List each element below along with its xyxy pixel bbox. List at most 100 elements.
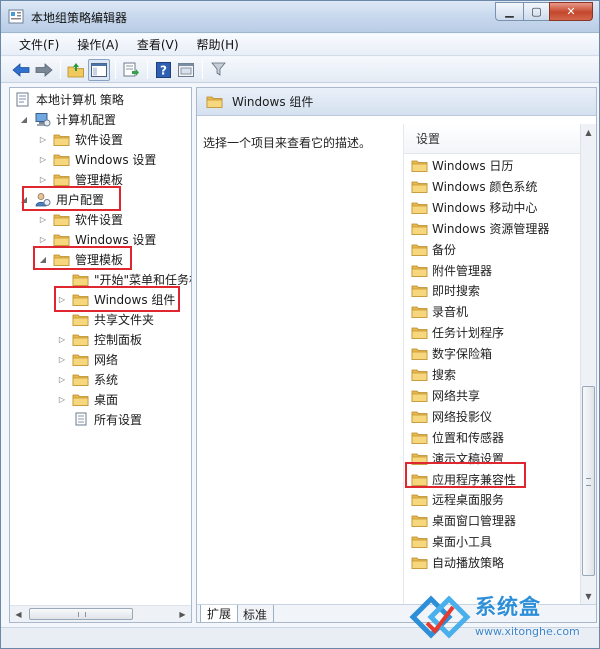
menu-view[interactable]: 查看(V) [128, 34, 188, 56]
expand-triangle-icon[interactable]: ▷ [38, 234, 48, 244]
filter-button[interactable] [207, 59, 229, 81]
tree-item-network[interactable]: ▷ 网络 [57, 349, 118, 369]
tree-item-user-config[interactable]: ◢ 用户配置 [19, 189, 104, 209]
settings-list-item[interactable]: 远程桌面服务 [411, 489, 504, 510]
help-button[interactable]: ? [152, 59, 174, 81]
settings-list-item[interactable]: 桌面小工具 [411, 531, 492, 552]
expand-triangle-icon[interactable]: ▷ [38, 214, 48, 224]
settings-item-label: 网络共享 [432, 388, 481, 403]
expand-triangle-icon[interactable]: ▷ [57, 374, 67, 384]
expand-triangle-icon[interactable]: ▷ [57, 354, 67, 364]
tree-item-uc-admin[interactable]: ◢ 管理模板 [38, 249, 123, 269]
maximize-button[interactable]: ▢ [523, 2, 549, 21]
folder-icon [411, 158, 428, 173]
settings-list-item[interactable]: 桌面窗口管理器 [411, 510, 516, 531]
scrollbar-thumb[interactable] [29, 608, 133, 620]
close-button[interactable]: ✕ [549, 2, 593, 21]
menu-action[interactable]: 操作(A) [68, 34, 128, 56]
tree-horizontal-scrollbar[interactable]: ◀ ▶ [10, 605, 191, 622]
minimize-button[interactable]: ▁ [495, 2, 523, 21]
tree-item-shared-folders[interactable]: 共享文件夹 [57, 309, 154, 329]
settings-list-item[interactable]: 网络投影仪 [411, 406, 492, 427]
settings-list-item[interactable]: Windows 资源管理器 [411, 218, 549, 239]
svg-text:?: ? [160, 63, 167, 77]
up-one-level-button[interactable] [65, 59, 87, 81]
toolbar-separator [60, 60, 61, 79]
settings-item-label: 搜索 [432, 368, 457, 382]
settings-list-item[interactable]: 应用程序兼容性 [411, 469, 516, 490]
collapse-triangle-icon[interactable]: ◢ [38, 254, 48, 264]
settings-item-label: 网络投影仪 [432, 409, 493, 424]
expand-triangle-icon[interactable]: ▷ [38, 174, 48, 184]
settings-list-item[interactable]: Windows 颜色系统 [411, 176, 537, 197]
close-icon: ✕ [566, 5, 576, 18]
settings-list-item[interactable]: 自动播放策略 [411, 552, 504, 573]
tree-item-computer-config[interactable]: ◢ 计算机配置 [19, 109, 116, 129]
settings-list-item[interactable]: 位置和传感器 [411, 427, 504, 448]
settings-column-header[interactable]: 设置 [404, 124, 580, 154]
menu-file[interactable]: 文件(F) [1, 34, 68, 56]
expand-triangle-icon[interactable]: ▷ [57, 394, 67, 404]
tree-item-start-menu[interactable]: "开始"菜单和任务栏 [57, 269, 191, 289]
settings-list-item[interactable]: Windows 移动中心 [411, 197, 537, 218]
title-bar[interactable]: 本地组策略编辑器 ▁ ▢ ✕ [1, 1, 599, 33]
tree-item-windows-components[interactable]: ▷ Windows 组件 [57, 289, 175, 309]
tree-label: 系统 [94, 372, 119, 387]
folder-icon [72, 272, 89, 287]
settings-list-item[interactable]: 附件管理器 [411, 260, 492, 281]
settings-list-item[interactable]: 演示文稿设置 [411, 448, 504, 469]
settings-list-item[interactable]: 备份 [411, 239, 456, 260]
settings-item-label: Windows 日历 [432, 159, 514, 173]
policy-app-icon [8, 9, 24, 24]
expand-triangle-icon[interactable]: ▷ [38, 154, 48, 164]
scroll-left-icon[interactable]: ◀ [10, 606, 27, 622]
settings-list-item[interactable]: 网络共享 [411, 385, 480, 406]
console-tree[interactable]: 本地计算机 策略 ◢ 计算机配置 ▷ 软件设置 ▷ Windows 设置 ▷ 管… [9, 87, 192, 623]
scrollbar-thumb[interactable] [582, 386, 595, 576]
collapse-triangle-icon[interactable]: ◢ [19, 194, 29, 204]
scroll-right-icon[interactable]: ▶ [174, 606, 191, 622]
tree-item-cc-windows[interactable]: ▷ Windows 设置 [38, 149, 156, 169]
tree-item-uc-software[interactable]: ▷ 软件设置 [38, 209, 123, 229]
export-list-button[interactable] [120, 59, 142, 81]
tab-extended[interactable]: 扩展 [200, 605, 239, 622]
tree-label: 共享文件夹 [94, 312, 155, 327]
settings-list-item[interactable]: 数字保险箱 [411, 343, 492, 364]
back-button[interactable] [10, 59, 32, 81]
tree-label: 管理模板 [75, 172, 124, 187]
expand-triangle-icon[interactable]: ▷ [57, 294, 67, 304]
description-text: 选择一个项目来查看它的描述。 [203, 136, 372, 150]
tree-item-uc-windows[interactable]: ▷ Windows 设置 [38, 229, 156, 249]
tree-root[interactable]: 本地计算机 策略 [14, 89, 124, 109]
tree-item-cc-software[interactable]: ▷ 软件设置 [38, 129, 123, 149]
minimize-icon: ▁ [505, 5, 514, 18]
policy-document-icon [16, 92, 29, 106]
tree-item-desktop[interactable]: ▷ 桌面 [57, 389, 118, 409]
folder-icon [411, 346, 428, 361]
scroll-grip [586, 478, 591, 486]
settings-item-label: 数字保险箱 [432, 347, 493, 362]
tree-label: 计算机配置 [56, 112, 117, 127]
folder-icon [53, 172, 70, 187]
tree-item-cc-admin[interactable]: ▷ 管理模板 [38, 169, 123, 189]
properties-button[interactable] [175, 59, 197, 81]
settings-list-item[interactable]: 任务计划程序 [411, 322, 504, 343]
menu-help[interactable]: 帮助(H) [187, 34, 247, 56]
tree-item-all-settings[interactable]: 所有设置 [57, 409, 142, 429]
tree-item-system[interactable]: ▷ 系统 [57, 369, 118, 389]
show-hide-tree-button[interactable] [88, 58, 110, 81]
expand-triangle-icon[interactable]: ▷ [57, 334, 67, 344]
settings-list-item[interactable]: Windows 日历 [411, 155, 513, 176]
list-vertical-scrollbar[interactable]: ▲ ▼ [580, 124, 596, 604]
collapse-triangle-icon[interactable]: ◢ [19, 114, 29, 124]
expand-triangle-icon[interactable]: ▷ [38, 134, 48, 144]
tree-item-control-panel[interactable]: ▷ 控制面板 [57, 329, 142, 349]
settings-list-item[interactable]: 录音机 [411, 301, 468, 322]
settings-list-item[interactable]: 搜索 [411, 364, 456, 385]
tab-standard[interactable]: 标准 [237, 605, 275, 622]
settings-list-item[interactable]: 即时搜索 [411, 280, 480, 301]
folder-icon [72, 352, 89, 367]
scroll-up-icon[interactable]: ▲ [581, 124, 596, 140]
forward-button[interactable] [33, 59, 55, 81]
